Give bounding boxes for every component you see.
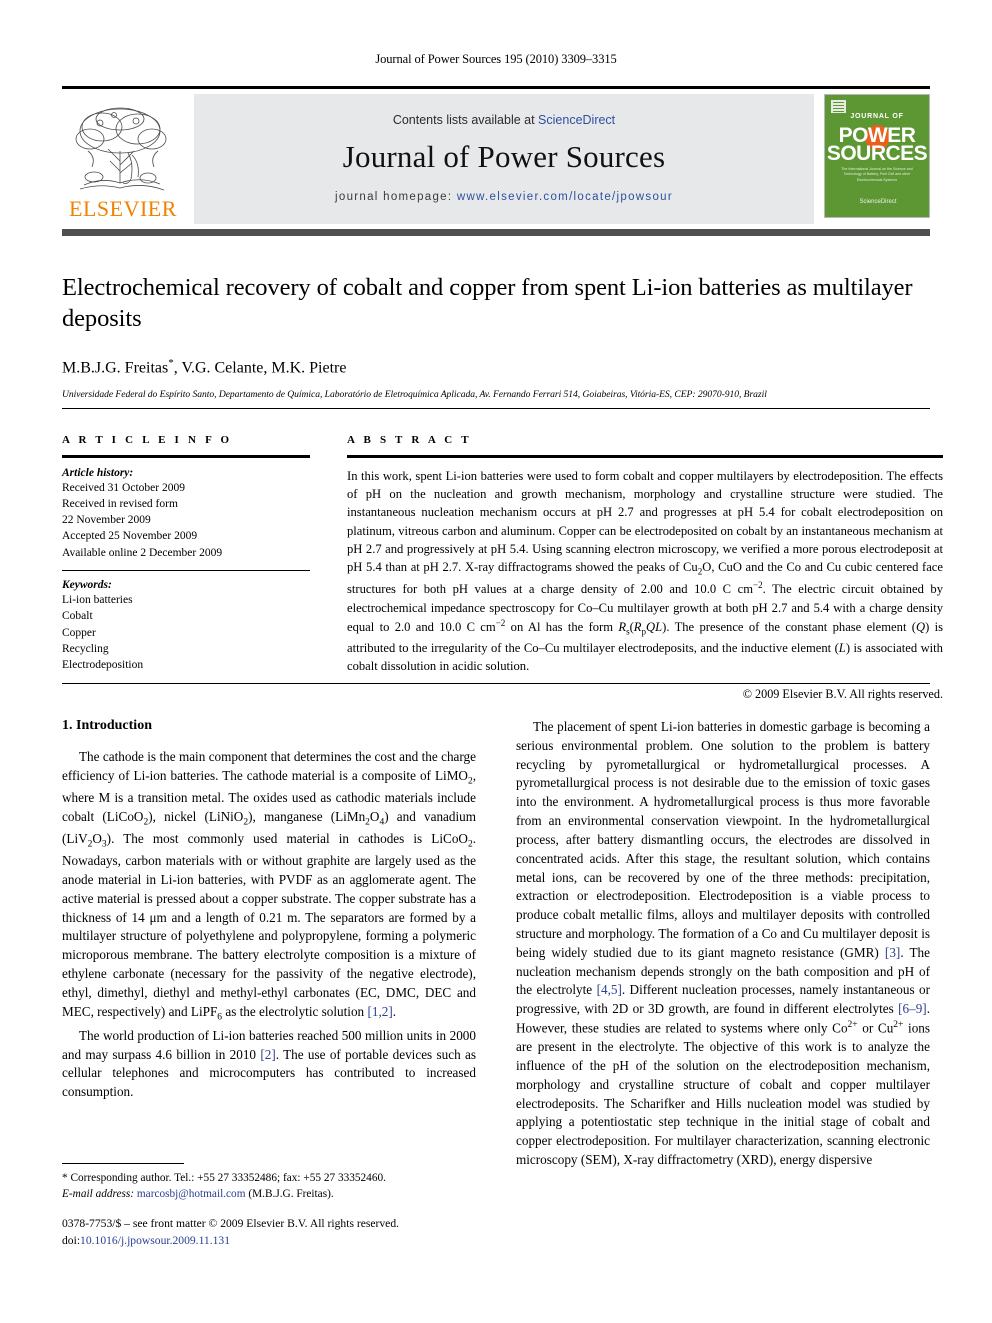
elsevier-tree-icon [70,105,176,197]
footnote-block: * Corresponding author. Tel.: +55 27 333… [62,1170,476,1202]
email-link[interactable]: marcosbj@hotmail.com [137,1188,246,1200]
keyword-item: Electrodeposition [62,659,144,672]
body-column-right: The placement of spent Li-ion batteries … [516,718,930,1170]
keyword-item: Recycling [62,643,109,656]
abstract-bottom-separator [62,683,930,684]
body-paragraph: The placement of spent Li-ion batteries … [516,719,931,1168]
cover-elsevier-badge-icon [831,100,846,113]
history-item: 22 November 2009 [62,514,151,527]
article-info-heading: A R T I C L E I N F O [62,434,233,446]
contents-available-line: Contents lists available at ScienceDirec… [393,113,615,127]
section-heading-introduction: 1. Introduction [62,718,152,733]
history-item: Available online 2 December 2009 [62,546,223,559]
contents-prefix: Contents lists available at [392,113,539,127]
paper-page: Journal of Power Sources 195 (2010) 3309… [0,0,992,1323]
sciencedirect-link[interactable]: ScienceDirect [538,113,615,127]
title-separator [62,408,930,409]
doi-label: doi: [62,1233,81,1247]
keywords-label: Keywords: [62,579,112,592]
abstract-text: In this work, spent Li-ion batteries wer… [347,468,943,674]
keyword-item: Cobalt [62,610,93,623]
elsevier-wordmark: ELSEVIER [69,196,177,221]
article-info-rule [62,455,310,458]
body-column-left: 1. Introduction The cathode is the main … [62,718,476,1102]
affiliation: Universidade Federal do Espírito Santo, … [62,389,767,401]
corresponding-author-note: * Corresponding author. Tel.: +55 27 333… [62,1172,386,1184]
running-head: Journal of Power Sources 195 (2010) 3309… [375,52,617,66]
abstract-heading: A B S T R A C T [347,434,472,446]
keyword-item: Copper [62,626,96,639]
journal-homepage-line: journal homepage: www.elsevier.com/locat… [335,191,673,203]
history-item: Received in revised form [62,497,178,510]
abstract-column: A B S T R A C T In this work, spent Li-i… [347,434,943,702]
abstract-rule [347,455,943,458]
cover-sciencedirect-text: ScienceDirect [859,199,897,206]
page-footer: 0378-7753/$ – see front matter © 2009 El… [62,1216,562,1250]
history-item: Accepted 25 November 2009 [62,530,198,543]
page-title: Electrochemical recovery of cobalt and c… [62,274,913,333]
email-owner: (M.B.J.G. Freitas). [248,1188,334,1201]
email-note: E-mail address: marcosbj@hotmail.com (M.… [62,1186,476,1202]
journal-masthead: ELSEVIER Contents lists available at Sci… [62,86,930,224]
cover-sciencedirect-mark: ScienceDirect [849,198,907,208]
keywords-separator [62,570,310,572]
doi-line: doi:10.1016/j.jpowsour.2009.11.131 [62,1233,562,1250]
homepage-url-link[interactable]: www.elsevier.com/locate/jpowsour [457,191,673,203]
email-label: E-mail address: [62,1188,135,1201]
abstract-copyright: © 2009 Elsevier B.V. All rights reserved… [742,686,943,701]
journal-title: Journal of Power Sources [342,139,666,174]
body-paragraph: The cathode is the main component that d… [62,749,477,1023]
article-info-column: A R T I C L E I N F O Article history: R… [62,434,310,674]
article-history-label: Article history: [62,466,134,479]
footnote-separator [62,1163,184,1164]
homepage-prefix: journal homepage: [335,191,457,203]
author-list: M.B.J.G. Freitas*, V.G. Celante, M.K. Pi… [62,356,347,377]
journal-cover-thumbnail: JOURNAL OF POWER SOURCES The Internation… [824,94,930,218]
cover-line-journal-of: JOURNAL OF [850,113,904,120]
journal-band: Contents lists available at ScienceDirec… [194,94,814,224]
doi-value[interactable]: 10.1016/j.jpowsour.2009.11.131 [80,1234,230,1247]
issn-copyright-line: 0378-7753/$ – see front matter © 2009 El… [62,1217,400,1230]
elsevier-logo: ELSEVIER [62,94,184,224]
cover-line-sources: SOURCES [826,142,928,165]
keyword-item: Li-ion batteries [62,594,133,607]
title-block: Electrochemical recovery of cobalt and c… [62,272,942,400]
cover-subtitle: The International Journal on the Science… [841,167,913,182]
body-paragraph: The world production of Li-ion batteries… [62,1027,476,1100]
masthead-bottom-bar [62,229,930,236]
history-item: Received 31 October 2009 [62,481,185,494]
